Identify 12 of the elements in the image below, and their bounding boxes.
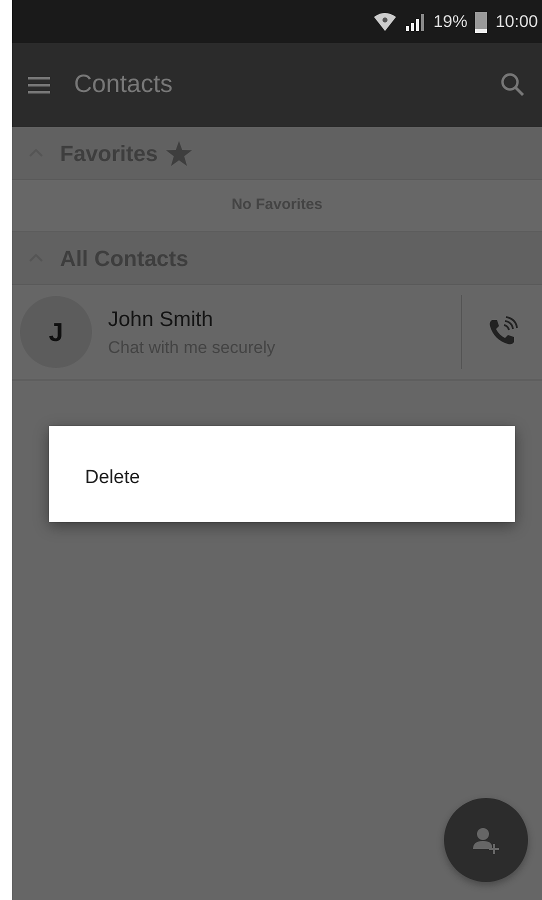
clock: 10:00 xyxy=(495,10,538,33)
battery-percent: 19% xyxy=(433,10,468,33)
signal-icon xyxy=(405,12,426,32)
contact-name: John Smith xyxy=(108,306,214,332)
avatar: J xyxy=(20,296,92,368)
search-button[interactable] xyxy=(500,72,526,98)
wifi-icon xyxy=(373,12,398,32)
app-title: Contacts xyxy=(74,69,174,100)
person-plus-icon[interactable] xyxy=(471,825,501,855)
battery-icon xyxy=(475,10,488,32)
star-icon xyxy=(166,140,192,166)
menu-item[interactable]: Delete xyxy=(49,426,515,530)
